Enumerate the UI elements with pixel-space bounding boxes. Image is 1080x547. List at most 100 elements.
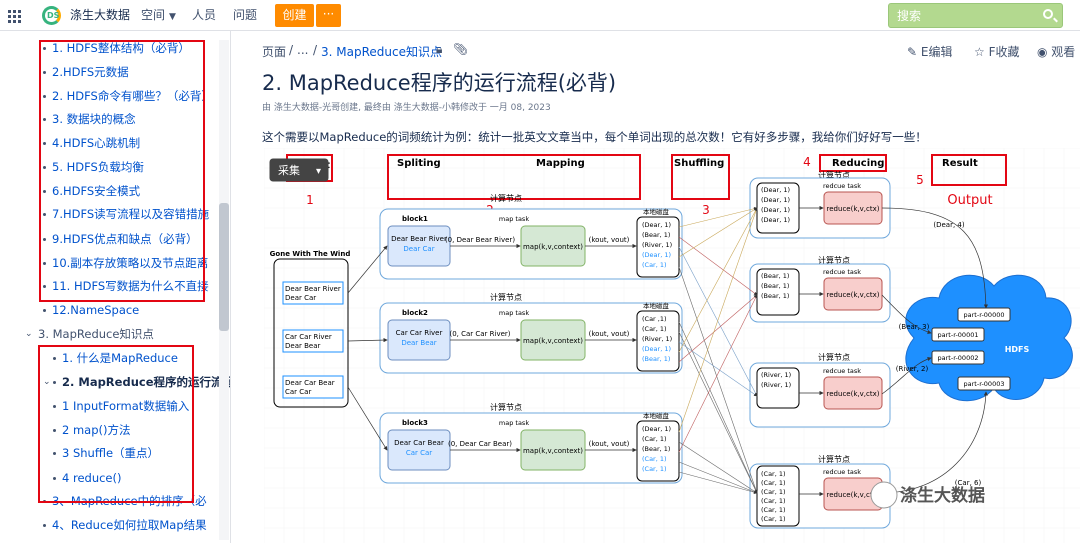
- nav-issues[interactable]: 问题: [233, 0, 257, 31]
- map-function: map(k,v,context): [523, 337, 583, 345]
- compute-node-label: 计算节点: [490, 292, 522, 302]
- breadcrumb-separator: /: [313, 43, 318, 57]
- pencil-icon: ✎: [907, 45, 921, 59]
- out-label: (kout, vout): [589, 236, 630, 244]
- sidebar-item[interactable]: 4、Reduce如何拉取Map结果: [52, 515, 207, 535]
- reduce-input-entry: (Dear, 1): [761, 216, 790, 224]
- red-annotation-box: [39, 40, 205, 302]
- reduce-input-entry: (River, 1): [761, 371, 791, 379]
- disk-entry: (River, 1): [642, 335, 672, 343]
- collect-button-label: 采集: [278, 163, 300, 177]
- shuffle-line: [678, 207, 758, 433]
- chevron-down-icon[interactable]: ⌄: [25, 324, 33, 344]
- shuffle-line: [678, 206, 758, 228]
- shuffle-line: [678, 471, 758, 494]
- block-text: Dear Bear River: [391, 235, 447, 243]
- part-file-label: part-r-00002: [938, 354, 979, 362]
- reduce-input-entry: (Bear, 1): [761, 292, 789, 300]
- result-label: (Bear, 3): [899, 323, 930, 331]
- disk-entry: (Bear, 1): [642, 445, 670, 453]
- wechat-logo-icon: [870, 481, 898, 509]
- disk-entry: (Car, 1): [642, 465, 667, 473]
- watch-action[interactable]: ◉ 观看: [1037, 43, 1075, 60]
- local-disk-label: 本地磁盘: [643, 411, 670, 420]
- edit-action[interactable]: ✎ E编辑: [907, 43, 952, 60]
- disk-entry: (River, 1): [642, 241, 672, 249]
- mapreduce-diagram: InputSplitingMappingShufflingReducingRes…: [263, 147, 1080, 543]
- part-file-label: part-r-00001: [938, 331, 979, 339]
- reduce-input-entry: (Dear, 1): [761, 206, 790, 214]
- disk-entry: (Car, 1): [642, 325, 667, 333]
- stage-label-reducing: Reducing: [832, 158, 884, 169]
- app-switcher-icon[interactable]: [8, 0, 30, 31]
- source-split-line: Dear Car: [285, 294, 316, 302]
- reduce-input-entry: (Dear, 1): [761, 186, 790, 194]
- result-arrow: [881, 391, 988, 494]
- save-action[interactable]: ☆ F收藏: [974, 43, 1020, 60]
- kv-label: (0, Dear Bear River): [445, 236, 515, 244]
- output-label: Output: [947, 193, 992, 208]
- block-text: Car Car: [406, 449, 432, 457]
- top-navigation-bar: DS 涤生大数据 空间 ▼ 人员 问题 创建 ···: [0, 0, 1080, 31]
- disk-entry: (Car ,1): [642, 315, 667, 323]
- compute-node-label: 计算节点: [818, 454, 850, 464]
- create-button[interactable]: 创建: [275, 4, 314, 27]
- more-button[interactable]: ···: [316, 4, 341, 27]
- local-disk-label: 本地磁盘: [643, 207, 670, 216]
- compute-node-label: 计算节点: [490, 193, 522, 203]
- hdfs-label: HDFS: [1005, 345, 1030, 354]
- source-split-line: Car Car River: [285, 333, 332, 341]
- source-split-line: Car Car: [285, 388, 311, 396]
- stage-label-shuffling: Shuffling: [674, 158, 724, 169]
- breadcrumb-root[interactable]: 页面: [262, 43, 286, 60]
- reduce-input-entry: (River, 1): [761, 381, 791, 389]
- edit-label: 编辑: [928, 45, 953, 59]
- lock-icon[interactable]: 🔒︎: [436, 42, 442, 57]
- breadcrumb-separator: /: [289, 43, 294, 57]
- breadcrumb-current[interactable]: 3. MapReduce知识点: [321, 43, 442, 60]
- kv-label: (0, Dear Car Bear): [448, 440, 512, 448]
- app-name[interactable]: 涤生大数据: [70, 0, 130, 31]
- reduce-input-entry: (Car, 1): [761, 506, 786, 514]
- search-box[interactable]: [888, 3, 1063, 28]
- reduce-function: reduce(k,v,ctx): [827, 205, 880, 213]
- bullet: [43, 309, 46, 312]
- reduce-input-entry: (Car, 1): [761, 497, 786, 505]
- attachment-icon[interactable]: 📎︎: [453, 42, 468, 56]
- watermark-text: 涤生大数据: [900, 485, 985, 506]
- out-label: (kout, vout): [589, 330, 630, 338]
- source-split-line: Dear Bear River: [285, 285, 341, 293]
- nav-spaces[interactable]: 空间 ▼: [141, 0, 176, 31]
- nav-people[interactable]: 人员: [192, 0, 216, 31]
- chevron-down-icon: ▼: [169, 12, 176, 22]
- breadcrumb-ellipsis[interactable]: ...: [297, 43, 308, 57]
- shuffle-line: [678, 207, 758, 258]
- shuffle-line: [678, 294, 758, 363]
- compute-node-label: 计算节点: [490, 402, 522, 412]
- shuffle-line: [678, 236, 758, 296]
- sidebar-item[interactable]: 12.NameSpace: [52, 300, 139, 320]
- result-label: (Dear, 4): [933, 221, 964, 229]
- chevron-down-icon: ▾: [316, 166, 321, 177]
- sidebar-scrollbar-thumb[interactable]: [219, 203, 229, 331]
- part-file-label: part-r-00000: [964, 311, 1005, 319]
- disk-entry: (Car, 1): [642, 261, 667, 269]
- stage-label-result: Result: [942, 158, 978, 169]
- search-icon[interactable]: [1043, 9, 1053, 19]
- reduce-input-entry: (Dear, 1): [761, 196, 790, 204]
- sidebar-item[interactable]: 3. MapReduce知识点: [38, 324, 154, 344]
- logo-icon[interactable]: DS: [42, 6, 61, 25]
- block-text: Dear Bear: [401, 339, 436, 347]
- eye-icon: ◉: [1037, 45, 1052, 59]
- source-title: Gone With The Wind: [270, 250, 351, 258]
- source-split-line: Dear Car Bear: [285, 379, 335, 387]
- reduce-input-entry: (Car, 1): [761, 479, 786, 487]
- reduce-task-label: redcue task: [823, 182, 861, 190]
- map-task-label: map task: [499, 215, 529, 223]
- source-split-line: Dear Bear: [285, 342, 320, 350]
- reduce-function: reduce(k,v,ctx): [827, 390, 880, 398]
- search-input[interactable]: [897, 4, 1037, 27]
- reduce-input-entry: (Car, 1): [761, 515, 786, 523]
- bullet: [43, 524, 46, 527]
- reduce-input-entry: (Car, 1): [761, 488, 786, 496]
